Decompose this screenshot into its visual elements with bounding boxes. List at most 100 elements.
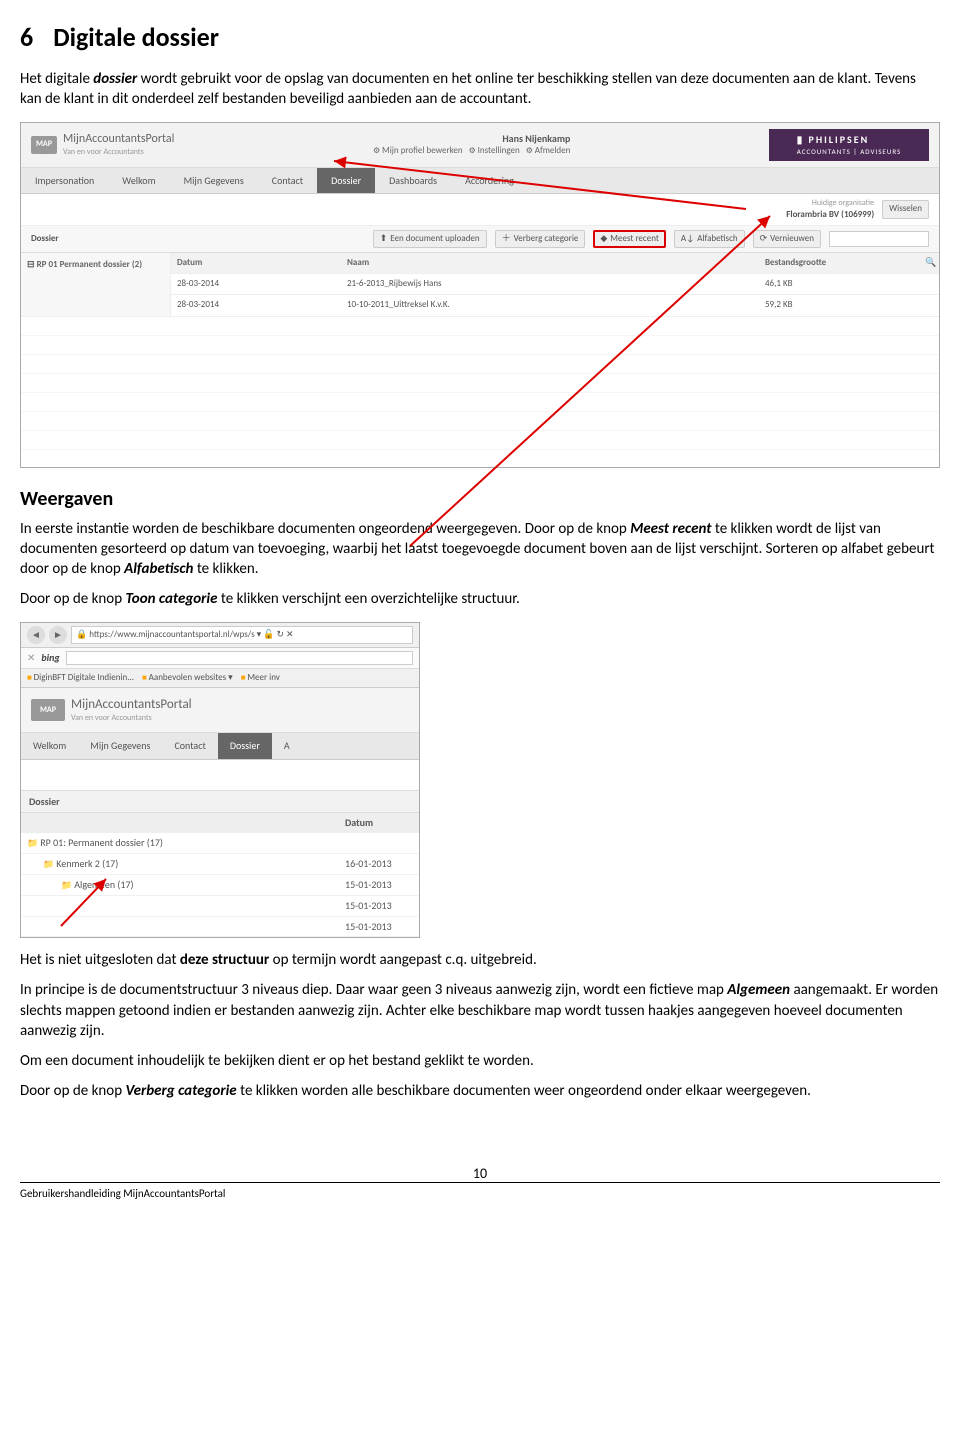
bing-logo: bing (41, 651, 59, 665)
bing-bar: ✕ bing (21, 648, 419, 669)
col-datum: Datum (171, 253, 341, 274)
table-cell[interactable]: 10-10-2011_Uittreksel K.v.K. (341, 295, 759, 316)
tab-accordering[interactable]: Accordering (451, 168, 528, 194)
page-number: 10 (473, 1165, 487, 1184)
section-title-text: Digitale dossier (53, 21, 219, 53)
btn-alfabetisch: A↓Alfabetisch (674, 230, 745, 248)
col-search: 🔍 (919, 253, 939, 274)
table-cell: 59,2 KB (759, 295, 919, 316)
page-footer: 10 Gebruikershandleiding MijnAccountants… (20, 1182, 940, 1202)
col-naam: Naam (341, 253, 759, 274)
tree-node[interactable]: RP 01: Permanent dossier (17) (21, 833, 339, 854)
tree-date: 15-01-2013 (339, 917, 419, 938)
org-switch-button[interactable]: Wisselen (882, 200, 929, 218)
col-datum: Datum (339, 813, 419, 833)
btn-upload: ⬆Een document uploaden (373, 230, 487, 248)
user-name: Hans Nijenkamp (373, 132, 570, 146)
org-row: Huidige organisatie Florambria BV (10699… (21, 194, 939, 226)
browser-addressbar: ◄ ► 🔒 https://www.mijnaccountantsportal.… (21, 623, 419, 648)
sort-icon: ◆ (600, 233, 607, 245)
org-name: Florambria BV (106999) (786, 209, 874, 221)
user-menu: Hans Nijenkamp Mijn profiel bewerken Ins… (373, 132, 570, 158)
tab-contact[interactable]: Contact (258, 168, 317, 194)
plus-icon: ＋ (502, 233, 511, 245)
col-size: Bestandsgrootte (759, 253, 919, 274)
tab-mijn-gegevens[interactable]: Mijn Gegevens (78, 733, 162, 759)
upload-icon: ⬆ (380, 233, 388, 245)
partner-logo: ▮ PHILIPSEN ACCOUNTANTS | ADVISEURS (769, 129, 929, 161)
screenshot-tree-view: ◄ ► 🔒 https://www.mijnaccountantsportal.… (20, 622, 420, 939)
az-icon: A↓ (681, 233, 694, 245)
empty-rows (21, 317, 939, 467)
tab-welkom[interactable]: Welkom (108, 168, 169, 194)
footer-title: Gebruikershandleiding MijnAccountantsPor… (20, 1187, 225, 1200)
table-cell[interactable]: 21-6-2013_Rijbewijs Hans (341, 274, 759, 295)
url-field[interactable]: 🔒 https://www.mijnaccountantsportal.nl/w… (71, 626, 413, 644)
btn-meest-recent: ◆Meest recent (593, 230, 665, 248)
tail-p1: Het is niet uitgesloten dat deze structu… (20, 950, 940, 970)
tab-dashboards[interactable]: Dashboards (375, 168, 451, 194)
table-cell[interactable]: 28-03-2014 (171, 295, 341, 316)
tab-dossier[interactable]: Dossier (317, 168, 375, 194)
refresh-icon: ⟳ (760, 233, 768, 245)
link-profile[interactable]: Mijn profiel bewerken (373, 145, 463, 157)
app-brand: MAP MijnAccountantsPortal Van en voor Ac… (31, 131, 174, 158)
section-number: 6 (20, 21, 33, 53)
tail-p2: In principe is de documentstructuur 3 ni… (20, 980, 940, 1041)
table-cell[interactable]: 28-03-2014 (171, 274, 341, 295)
bing-search-input[interactable] (66, 651, 413, 665)
intro-paragraph: Het digitale dossier wordt gebruikt voor… (20, 69, 940, 110)
panel-title: Dossier (21, 790, 419, 814)
btn-verberg-categorie: ＋Verberg categorie (495, 230, 586, 248)
tab-mijn-gegevens[interactable]: Mijn Gegevens (170, 168, 258, 194)
search-input[interactable] (829, 231, 929, 247)
tree-node[interactable]: Kenmerk 2 (17) (21, 854, 339, 875)
brand-title: MijnAccountantsPortal (71, 696, 192, 714)
panel-title: Dossier (31, 233, 59, 245)
document-grid: ⊟ RP 01 Permanent dossier (2) Datum Naam… (21, 253, 939, 466)
app-topbar: MAP MijnAccountantsPortal Van en voor Ac… (21, 123, 939, 168)
dossier-toolbar: Dossier ⬆Een document uploaden ＋Verberg … (21, 226, 939, 253)
map-logo-icon: MAP (31, 699, 65, 721)
tail-p3: Om een document inhoudelijk te bekijken … (20, 1051, 940, 1071)
fav-item[interactable]: Aanbevolen websites ▾ (142, 672, 233, 684)
tail-p4: Door op de knop Verberg categorie te kli… (20, 1081, 940, 1101)
tree-header (21, 813, 339, 833)
brand-subtitle: Van en voor Accountants (63, 147, 174, 158)
main-tabs: Impersonation Welkom Mijn Gegevens Conta… (21, 168, 939, 195)
btn-vernieuwen: ⟳Vernieuwen (753, 230, 821, 248)
tree-date (339, 833, 419, 854)
sidebar-tree[interactable]: ⊟ RP 01 Permanent dossier (2) (21, 253, 171, 316)
tab-dossier[interactable]: Dossier (218, 733, 272, 759)
weergaven-p2: Door op de knop Toon categorie te klikke… (20, 589, 940, 609)
link-settings[interactable]: Instellingen (469, 145, 520, 157)
map-logo-icon: MAP (31, 136, 57, 154)
main-tabs: Welkom Mijn Gegevens Contact Dossier A (21, 733, 419, 760)
brand-title: MijnAccountantsPortal (63, 131, 174, 147)
fav-item[interactable]: Meer inv (241, 672, 280, 684)
fav-item[interactable]: DiginBFT Digitale Indienin... (27, 672, 134, 684)
tree-node[interactable] (21, 896, 339, 917)
favorites-bar: DiginBFT Digitale Indienin... Aanbevolen… (21, 669, 419, 688)
tree-date: 16-01-2013 (339, 854, 419, 875)
tree-date: 15-01-2013 (339, 875, 419, 896)
table-cell: 46,1 KB (759, 274, 919, 295)
org-label: Huidige organisatie (786, 198, 874, 209)
forward-icon[interactable]: ► (49, 626, 67, 644)
tab-welkom[interactable]: Welkom (21, 733, 78, 759)
brand-subtitle: Van en voor Accountants (71, 713, 192, 724)
folder-tree: Datum RP 01: Permanent dossier (17) Kenm… (21, 813, 419, 937)
tree-date: 15-01-2013 (339, 896, 419, 917)
tab-contact[interactable]: Contact (162, 733, 217, 759)
tree-node[interactable]: Algemeen (17) (21, 875, 339, 896)
tree-node[interactable] (21, 917, 339, 938)
screenshot-dossier-list: MAP MijnAccountantsPortal Van en voor Ac… (20, 122, 940, 468)
weergaven-p1: In eerste instantie worden de beschikbar… (20, 519, 940, 580)
tab-cut[interactable]: A (272, 733, 302, 759)
back-icon[interactable]: ◄ (27, 626, 45, 644)
app-header: MAP MijnAccountantsPortal Van en voor Ac… (21, 688, 419, 733)
subhead-weergaven: Weergaven (20, 486, 940, 513)
close-icon[interactable]: ✕ (27, 651, 35, 665)
link-logout[interactable]: Afmelden (526, 145, 571, 157)
tab-impersonation[interactable]: Impersonation (21, 168, 108, 194)
